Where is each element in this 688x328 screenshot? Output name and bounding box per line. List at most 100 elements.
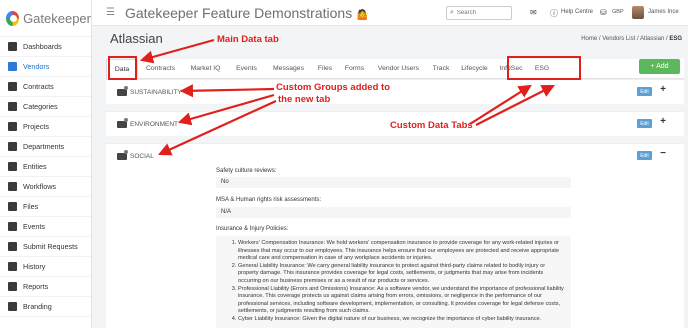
callout-main-data-tab: Main Data tab (217, 34, 279, 45)
sidebar-item-entities[interactable]: Entities (0, 157, 91, 177)
policy-item: Workers' Compensation Insurance: We hold… (238, 240, 565, 263)
insurance-policies: Workers' Compensation Insurance: We hold… (216, 236, 571, 328)
vendors-icon (8, 62, 17, 71)
reports-icon (8, 282, 17, 291)
policy-item: Professional Liability (Errors and Omiss… (238, 286, 565, 316)
tab-files[interactable]: Files (312, 59, 338, 79)
breadcrumb-vendors[interactable]: Vendors List (602, 36, 635, 42)
group-icon (117, 117, 128, 128)
sidebar-item-departments[interactable]: Departments (0, 137, 91, 157)
sidebar-item-label: History (23, 262, 46, 271)
logo[interactable]: Gatekeeper (0, 0, 91, 37)
sidebar-item-label: Projects (23, 122, 49, 131)
safety-value: No (216, 177, 571, 188)
submit-requests-icon (8, 242, 17, 251)
sidebar-item-files[interactable]: Files (0, 197, 91, 217)
projects-icon (8, 122, 17, 131)
group-title: SOCIAL (130, 152, 154, 160)
mail-icon[interactable]: ✉ (530, 8, 537, 17)
breadcrumb-vendor[interactable]: Atlassian (640, 36, 664, 42)
policy-item: Cyber Liability Insurance: Given the dig… (238, 316, 565, 324)
sidebar-item-categories[interactable]: Categories (0, 97, 91, 117)
departments-icon (8, 142, 17, 151)
currency-icon: ⛁ (600, 8, 607, 17)
callout-custom-data-tabs: Custom Data Tabs (390, 120, 473, 131)
group-icon (117, 85, 128, 96)
tab-forms[interactable]: Forms (338, 59, 371, 79)
search-input[interactable] (456, 10, 509, 16)
page-title: Atlassian (110, 31, 163, 46)
tab-contracts[interactable]: Contracts (138, 59, 183, 79)
search-box[interactable]: ⌕ (446, 6, 512, 20)
avatar[interactable] (632, 6, 644, 19)
workspace-title: Gatekeeper Feature Demonstrations 🤷 (124, 4, 369, 21)
sidebar-item-history[interactable]: History (0, 257, 91, 277)
contracts-icon (8, 82, 17, 91)
gatekeeper-logo-icon (6, 10, 20, 26)
sidebar-item-label: Workflows (23, 182, 57, 191)
entities-icon (8, 162, 17, 171)
tab-lifecycle[interactable]: Lifecycle (456, 59, 493, 79)
group-title: ENVIRONMENT (130, 120, 179, 128)
sidebar-item-label: Contracts (23, 82, 54, 91)
sidebar-item-label: Files (23, 202, 39, 211)
expand-plus-icon[interactable]: + (660, 84, 666, 95)
sidebar-item-branding[interactable]: Branding (0, 297, 91, 317)
collapse-minus-icon[interactable]: − (660, 148, 666, 159)
sidebar-item-label: Entities (23, 162, 47, 171)
sidebar-item-vendors[interactable]: Vendors (0, 57, 91, 77)
categories-icon (8, 102, 17, 111)
app-root: Gatekeeper Dashboards Vendors Contracts Cat… (0, 0, 688, 328)
edit-button[interactable]: Edit (637, 151, 652, 160)
files-icon (8, 202, 17, 211)
tab-vendor-users[interactable]: Vendor Users (371, 59, 426, 79)
sidebar-item-reports[interactable]: Reports (0, 277, 91, 297)
group-header[interactable]: SUSTAINABILITY (106, 80, 684, 104)
group-icon (117, 149, 128, 160)
policy-item: General Liability Insurance: We carry ge… (238, 263, 565, 286)
tab-market-iq[interactable]: Market IQ (183, 59, 228, 79)
group-header[interactable]: SOCIAL (106, 144, 684, 168)
sidebar-item-submit-requests[interactable]: Submit Requests (0, 237, 91, 257)
edit-button[interactable]: Edit (637, 119, 652, 128)
sidebar-item-dashboards[interactable]: Dashboards (0, 37, 91, 57)
sidebar-item-workflows[interactable]: Workflows (0, 177, 91, 197)
user-name[interactable]: James Ince (648, 9, 679, 15)
logo-text: Gatekeeper (23, 10, 91, 26)
help-icon[interactable]: ⓘ (550, 8, 558, 19)
sidebar-item-label: Events (23, 222, 45, 231)
menu-icon[interactable]: ☰ (106, 7, 115, 18)
sidebar-item-projects[interactable]: Projects (0, 117, 91, 137)
group-sustainability: SUSTAINABILITY Edit + (106, 79, 684, 104)
help-centre-link[interactable]: Help Centre (561, 9, 593, 15)
workflows-icon (8, 182, 17, 191)
human-rights-value: N/A (216, 207, 571, 218)
expand-plus-icon[interactable]: + (660, 116, 666, 127)
insurance-label: Insurance & Injury Policies: (216, 226, 289, 232)
highlight-custom-tabs (507, 56, 581, 80)
safety-label: Safety culture reviews: (216, 168, 277, 174)
callout-custom-groups: Custom Groups added to the new tab (276, 82, 390, 105)
sidebar-item-label: Dashboards (23, 42, 62, 51)
policy-list: Workers' Compensation Insurance: We hold… (232, 240, 565, 324)
human-rights-label: MSA & Human rights risk assessments: (216, 197, 322, 203)
sidebar-item-label: Categories (23, 102, 58, 111)
search-icon: ⌕ (450, 9, 454, 16)
tab-events[interactable]: Events (228, 59, 265, 79)
dashboard-icon (8, 42, 17, 51)
sidebar-nav: Dashboards Vendors Contracts Categories Proj… (0, 37, 91, 317)
tab-messages[interactable]: Messages (265, 59, 312, 79)
add-button[interactable]: + Add (639, 59, 680, 74)
vendor-tabs: Data Contracts Market IQ Events Messages File… (106, 58, 684, 79)
breadcrumb-home[interactable]: Home (581, 36, 597, 42)
sidebar-item-label: Submit Requests (23, 242, 78, 251)
edit-button[interactable]: Edit (637, 87, 652, 96)
highlight-data-tab (108, 56, 137, 80)
tab-track[interactable]: Track (426, 59, 456, 79)
branding-icon (8, 302, 17, 311)
sidebar-item-contracts[interactable]: Contracts (0, 77, 91, 97)
currency-label[interactable]: GBP (612, 9, 624, 15)
sidebar-item-events[interactable]: Events (0, 217, 91, 237)
top-bar: ☰ Gatekeeper Feature Demonstrations🤷 ⌕ ✉… (92, 0, 688, 26)
events-icon (8, 222, 17, 231)
